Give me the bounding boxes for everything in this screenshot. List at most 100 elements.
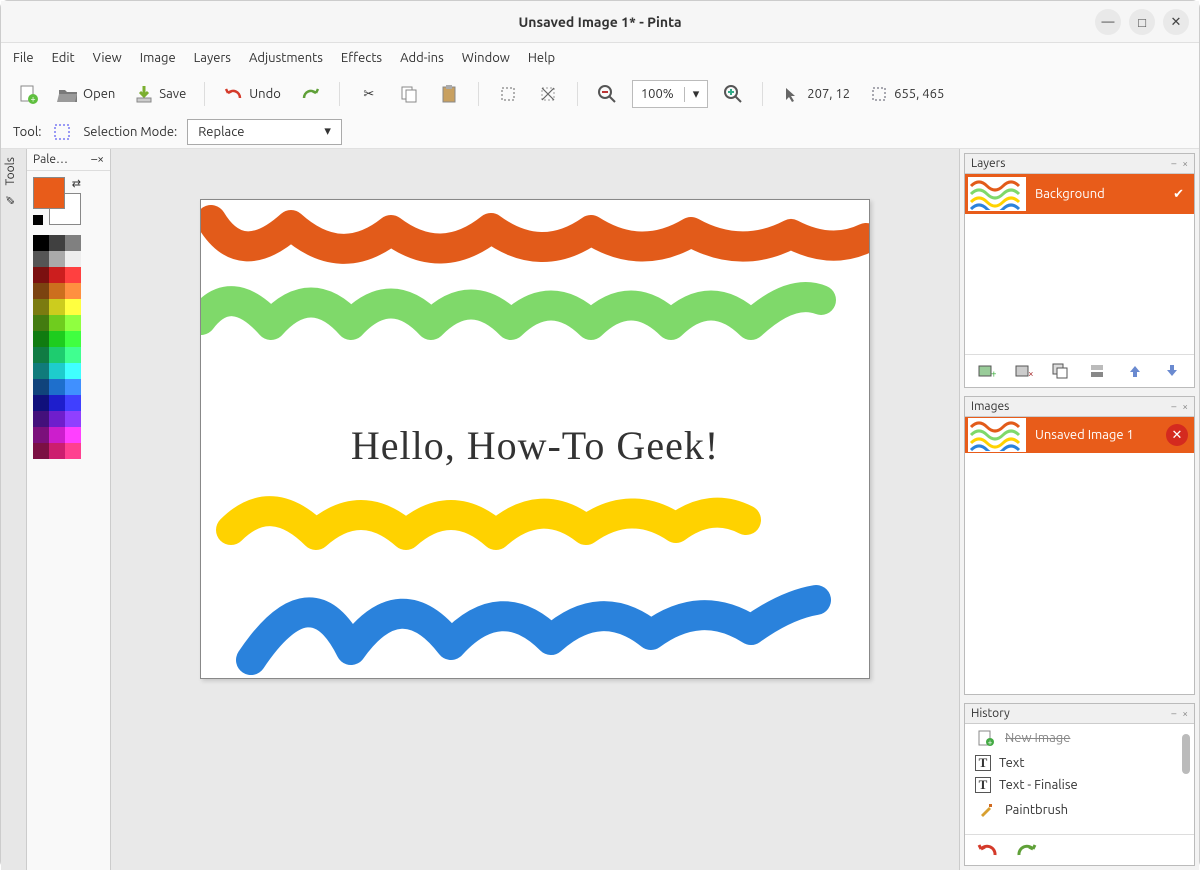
close-button[interactable]: ✕ xyxy=(1163,9,1189,35)
minimize-button[interactable]: — xyxy=(1095,9,1121,35)
palette-color[interactable] xyxy=(65,235,81,251)
palette-color[interactable] xyxy=(65,267,81,283)
palette-color[interactable] xyxy=(33,283,49,299)
palette-color[interactable] xyxy=(65,347,81,363)
new-button[interactable]: + xyxy=(13,81,43,107)
palette-color[interactable] xyxy=(49,251,65,267)
palette-color[interactable] xyxy=(49,395,65,411)
merge-layer-button[interactable] xyxy=(1086,361,1110,381)
palette-color[interactable] xyxy=(49,299,65,315)
menu-addins[interactable]: Add-ins xyxy=(400,51,444,65)
close-panel-icon[interactable]: × xyxy=(1182,158,1188,169)
palette-color[interactable] xyxy=(65,443,81,459)
palette-color[interactable] xyxy=(65,379,81,395)
palette-color[interactable] xyxy=(33,315,49,331)
default-colors-icon[interactable] xyxy=(33,215,43,225)
minimize-panel-icon[interactable]: – xyxy=(1171,158,1176,169)
palette-color[interactable] xyxy=(49,267,65,283)
palette-color[interactable] xyxy=(65,411,81,427)
image-row[interactable]: Unsaved Image 1 ✕ xyxy=(965,417,1194,453)
rect-select-icon[interactable] xyxy=(51,121,73,143)
palette-color[interactable] xyxy=(49,379,65,395)
crop-button[interactable] xyxy=(493,81,523,107)
history-item[interactable]: T Text xyxy=(965,752,1194,774)
palette-color[interactable] xyxy=(33,299,49,315)
layer-down-button[interactable] xyxy=(1160,361,1184,381)
palette-color[interactable] xyxy=(49,315,65,331)
save-button[interactable]: Save xyxy=(129,81,190,107)
zoom-in-button[interactable] xyxy=(718,81,748,107)
palette-color[interactable] xyxy=(65,363,81,379)
copy-button[interactable] xyxy=(394,81,424,107)
primary-color-swatch[interactable] xyxy=(33,177,65,209)
layer-row[interactable]: Background ✔ xyxy=(965,174,1194,214)
palette-color[interactable] xyxy=(65,299,81,315)
palette-color[interactable] xyxy=(49,427,65,443)
color-swatches[interactable]: ⇄ xyxy=(33,177,81,225)
close-panel-icon[interactable]: × xyxy=(1182,708,1188,719)
palette-color[interactable] xyxy=(33,267,49,283)
menu-view[interactable]: View xyxy=(93,51,122,65)
palette-color[interactable] xyxy=(33,331,49,347)
menu-effects[interactable]: Effects xyxy=(341,51,382,65)
palette-color[interactable] xyxy=(33,235,49,251)
redo-button[interactable] xyxy=(295,81,325,107)
menu-layers[interactable]: Layers xyxy=(194,51,231,65)
palette-color[interactable] xyxy=(33,251,49,267)
palette-color[interactable] xyxy=(65,427,81,443)
palette-color[interactable] xyxy=(49,411,65,427)
history-undo-button[interactable] xyxy=(977,839,999,861)
menu-image[interactable]: Image xyxy=(140,51,176,65)
open-button[interactable]: Open xyxy=(53,81,119,107)
close-panel-icon[interactable]: × xyxy=(1182,401,1188,412)
canvas-viewport[interactable]: Hello, How-To Geek! xyxy=(111,149,959,870)
swap-colors-icon[interactable]: ⇄ xyxy=(72,177,81,190)
palette-color[interactable] xyxy=(33,379,49,395)
palette-color[interactable] xyxy=(49,331,65,347)
palette-color[interactable] xyxy=(33,443,49,459)
menu-file[interactable]: File xyxy=(13,51,34,65)
add-layer-button[interactable]: + xyxy=(975,361,999,381)
palette-color[interactable] xyxy=(65,283,81,299)
palette-color[interactable] xyxy=(49,283,65,299)
palette-color[interactable] xyxy=(33,395,49,411)
scrollbar-thumb[interactable] xyxy=(1182,734,1190,774)
images-list[interactable]: Unsaved Image 1 ✕ xyxy=(965,417,1194,694)
palette-color[interactable] xyxy=(65,395,81,411)
palette-color[interactable] xyxy=(65,315,81,331)
palette-grid[interactable] xyxy=(27,231,110,463)
history-redo-button[interactable] xyxy=(1015,839,1037,861)
history-item[interactable]: T Text - Finalise xyxy=(965,774,1194,796)
menu-help[interactable]: Help xyxy=(528,51,555,65)
layers-list[interactable]: Background ✔ xyxy=(965,174,1194,354)
palette-color[interactable] xyxy=(33,411,49,427)
history-list[interactable]: + New Image T Text T Text - Finalise Pai… xyxy=(965,724,1194,834)
zoom-combo[interactable]: 100% ▾ xyxy=(632,80,708,108)
menu-edit[interactable]: Edit xyxy=(52,51,75,65)
palette-color[interactable] xyxy=(49,235,65,251)
visible-check-icon[interactable]: ✔ xyxy=(1173,187,1194,202)
history-item[interactable]: Paintbrush xyxy=(965,796,1194,824)
minimize-panel-icon[interactable]: – xyxy=(1171,708,1176,719)
deselect-button[interactable] xyxy=(533,81,563,107)
zoom-out-button[interactable] xyxy=(592,81,622,107)
undo-button[interactable]: Undo xyxy=(219,81,285,107)
palette-color[interactable] xyxy=(49,363,65,379)
palette-color[interactable] xyxy=(65,251,81,267)
maximize-button[interactable]: □ xyxy=(1129,9,1155,35)
palette-color[interactable] xyxy=(33,427,49,443)
canvas[interactable]: Hello, How-To Geek! xyxy=(200,199,870,679)
cut-button[interactable]: ✂ xyxy=(354,81,384,107)
close-panel-icon[interactable]: × xyxy=(97,153,104,166)
palette-color[interactable] xyxy=(49,443,65,459)
palette-color[interactable] xyxy=(65,331,81,347)
delete-layer-button[interactable]: × xyxy=(1012,361,1036,381)
layer-up-button[interactable] xyxy=(1123,361,1147,381)
close-image-button[interactable]: ✕ xyxy=(1166,424,1188,446)
selection-mode-combo[interactable]: Replace ▾ xyxy=(187,119,342,145)
menu-window[interactable]: Window xyxy=(462,51,510,65)
history-item[interactable]: + New Image xyxy=(965,724,1194,752)
minimize-panel-icon[interactable]: – xyxy=(1171,401,1176,412)
paste-button[interactable] xyxy=(434,81,464,107)
menu-adjustments[interactable]: Adjustments xyxy=(249,51,323,65)
